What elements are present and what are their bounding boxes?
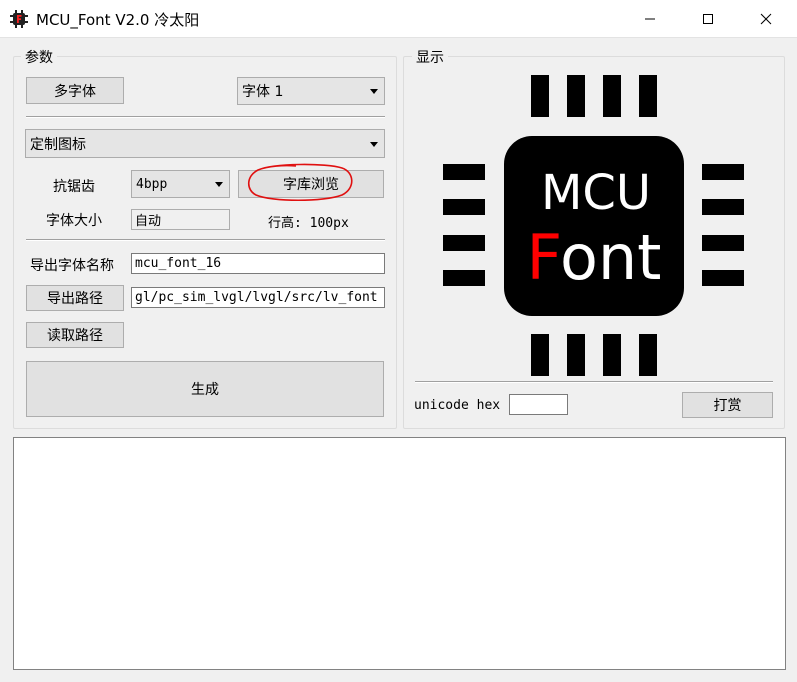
- line-height-text: 行高: 100px: [268, 216, 349, 231]
- antialias-select[interactable]: 4bpp: [131, 170, 230, 198]
- maximize-icon: [703, 14, 713, 24]
- params-group-label: 参数: [21, 47, 57, 67]
- red-circle-annotation: [247, 163, 353, 202]
- window-title: MCU_Font V2.0 冷太阳: [36, 11, 200, 29]
- close-icon: [760, 13, 772, 25]
- icon-select[interactable]: 定制图标: [25, 129, 385, 158]
- antialias-select-value: 4bpp: [136, 176, 168, 192]
- export-path-button[interactable]: 导出路径: [26, 285, 124, 311]
- display-group-label: 显示: [412, 47, 448, 67]
- font-size-label: 字体大小: [46, 213, 102, 229]
- read-path-button[interactable]: 读取路径: [26, 322, 124, 348]
- chevron-down-icon: [370, 89, 378, 94]
- display-separator: [415, 381, 773, 383]
- minimize-button[interactable]: [621, 0, 679, 38]
- close-button[interactable]: [737, 0, 795, 38]
- export-name-field[interactable]: mcu_font_16: [131, 253, 385, 274]
- antialias-label: 抗锯齿: [53, 179, 95, 195]
- multi-font-button[interactable]: 多字体: [26, 77, 124, 104]
- mcu-font-logo: MCU Font: [443, 75, 744, 376]
- chevron-down-icon: [370, 141, 378, 147]
- icon-select-value: 定制图标: [30, 136, 86, 153]
- minimize-icon: [645, 18, 655, 20]
- font-select-value: 字体 1: [242, 84, 284, 100]
- logo-mcu-text: MCU: [541, 165, 651, 221]
- app-f-icon: [10, 10, 28, 28]
- unicode-hex-field[interactable]: [509, 394, 568, 415]
- logo-font-rest: ont: [560, 221, 662, 294]
- unicode-hex-label: unicode hex: [414, 398, 501, 413]
- title-bar[interactable]: MCU_Font V2.0 冷太阳: [0, 0, 797, 38]
- font-select[interactable]: 字体 1: [237, 77, 385, 105]
- logo-font-text: Font: [527, 221, 662, 294]
- donate-button[interactable]: 打赏: [682, 392, 773, 418]
- params-separator-2: [26, 239, 385, 241]
- logo-font-accent: F: [527, 221, 560, 294]
- maximize-button[interactable]: [679, 0, 737, 38]
- export-name-label: 导出字体名称: [30, 258, 114, 274]
- generate-button[interactable]: 生成: [26, 361, 384, 417]
- params-separator-1: [26, 116, 385, 118]
- font-size-field[interactable]: 自动: [131, 209, 230, 230]
- log-output[interactable]: [13, 437, 786, 670]
- export-path-field[interactable]: gl/pc_sim_lvgl/lvgl/src/lv_font: [131, 287, 385, 308]
- chevron-down-icon: [215, 182, 223, 187]
